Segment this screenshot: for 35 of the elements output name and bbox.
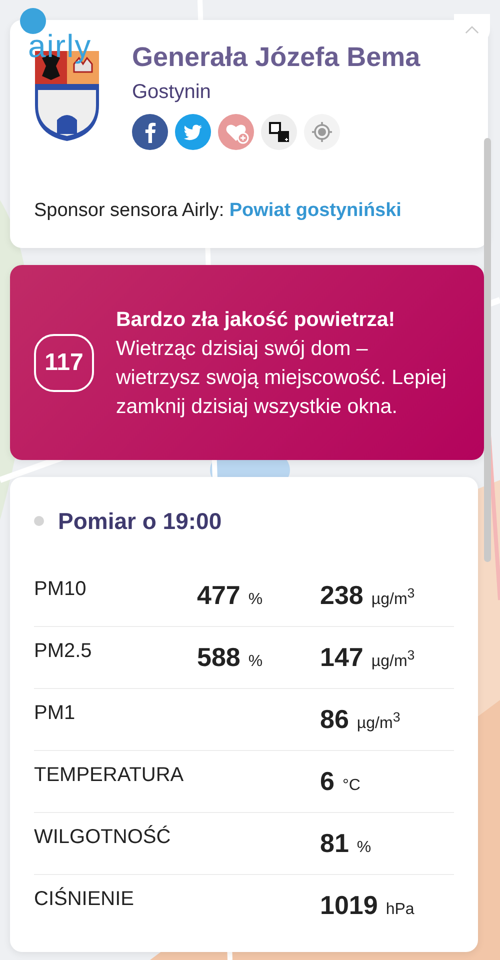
measure-label: PM2.5 [34, 640, 93, 663]
measure-label: PM1 [34, 702, 76, 725]
measure-value: 6 [320, 766, 334, 796]
measure-label: PM10 [34, 578, 88, 601]
measure-unit: °C [342, 777, 360, 794]
status-dot-icon [34, 516, 44, 526]
city-name: Gostynin [132, 81, 212, 104]
chevron-up-icon [465, 24, 479, 34]
measure-value: 1019 [320, 890, 378, 920]
locate-icon[interactable] [304, 114, 340, 150]
scrollbar[interactable] [484, 138, 491, 562]
twitter-icon[interactable] [175, 114, 211, 150]
percent-unit: % [248, 653, 263, 670]
measure-label: TEMPERATURA [34, 764, 185, 787]
facebook-icon[interactable] [132, 114, 168, 150]
percent-value: 477 [197, 580, 240, 610]
percent-unit: % [248, 591, 263, 608]
measurement-title: Pomiar o 19:00 [58, 508, 222, 534]
alert-message: Wietrząc dzisiaj swój dom – wietrzysz swoją miejscowość. Lepiej zamknij dzisiaj wszystkie okna. [116, 336, 448, 420]
measure-label: CIŚNIENIE [34, 888, 136, 911]
measure-unit: hPa [386, 901, 414, 918]
overlapping-squares-icon[interactable] [261, 114, 297, 150]
air-quality-index: 117 [34, 334, 94, 392]
measure-value: 238 [320, 580, 364, 610]
alert-title: Bardzo zła jakość powietrza! [116, 306, 396, 332]
percent-value: 588 [197, 642, 240, 672]
measure-unit: % [356, 839, 372, 856]
measure-value: 81 [320, 828, 349, 858]
sponsor-link[interactable]: Powiat gostyniński [229, 200, 402, 221]
heart-plus-icon[interactable] [218, 114, 254, 150]
sponsor-label: Sponsor sensora Airly: [34, 200, 224, 221]
measure-value: 86 [320, 704, 349, 734]
measure-label: WILGOTNOŚĆ [34, 826, 172, 849]
location-title: Generała Józefa Bema [132, 42, 420, 73]
measure-value: 147 [320, 642, 364, 672]
